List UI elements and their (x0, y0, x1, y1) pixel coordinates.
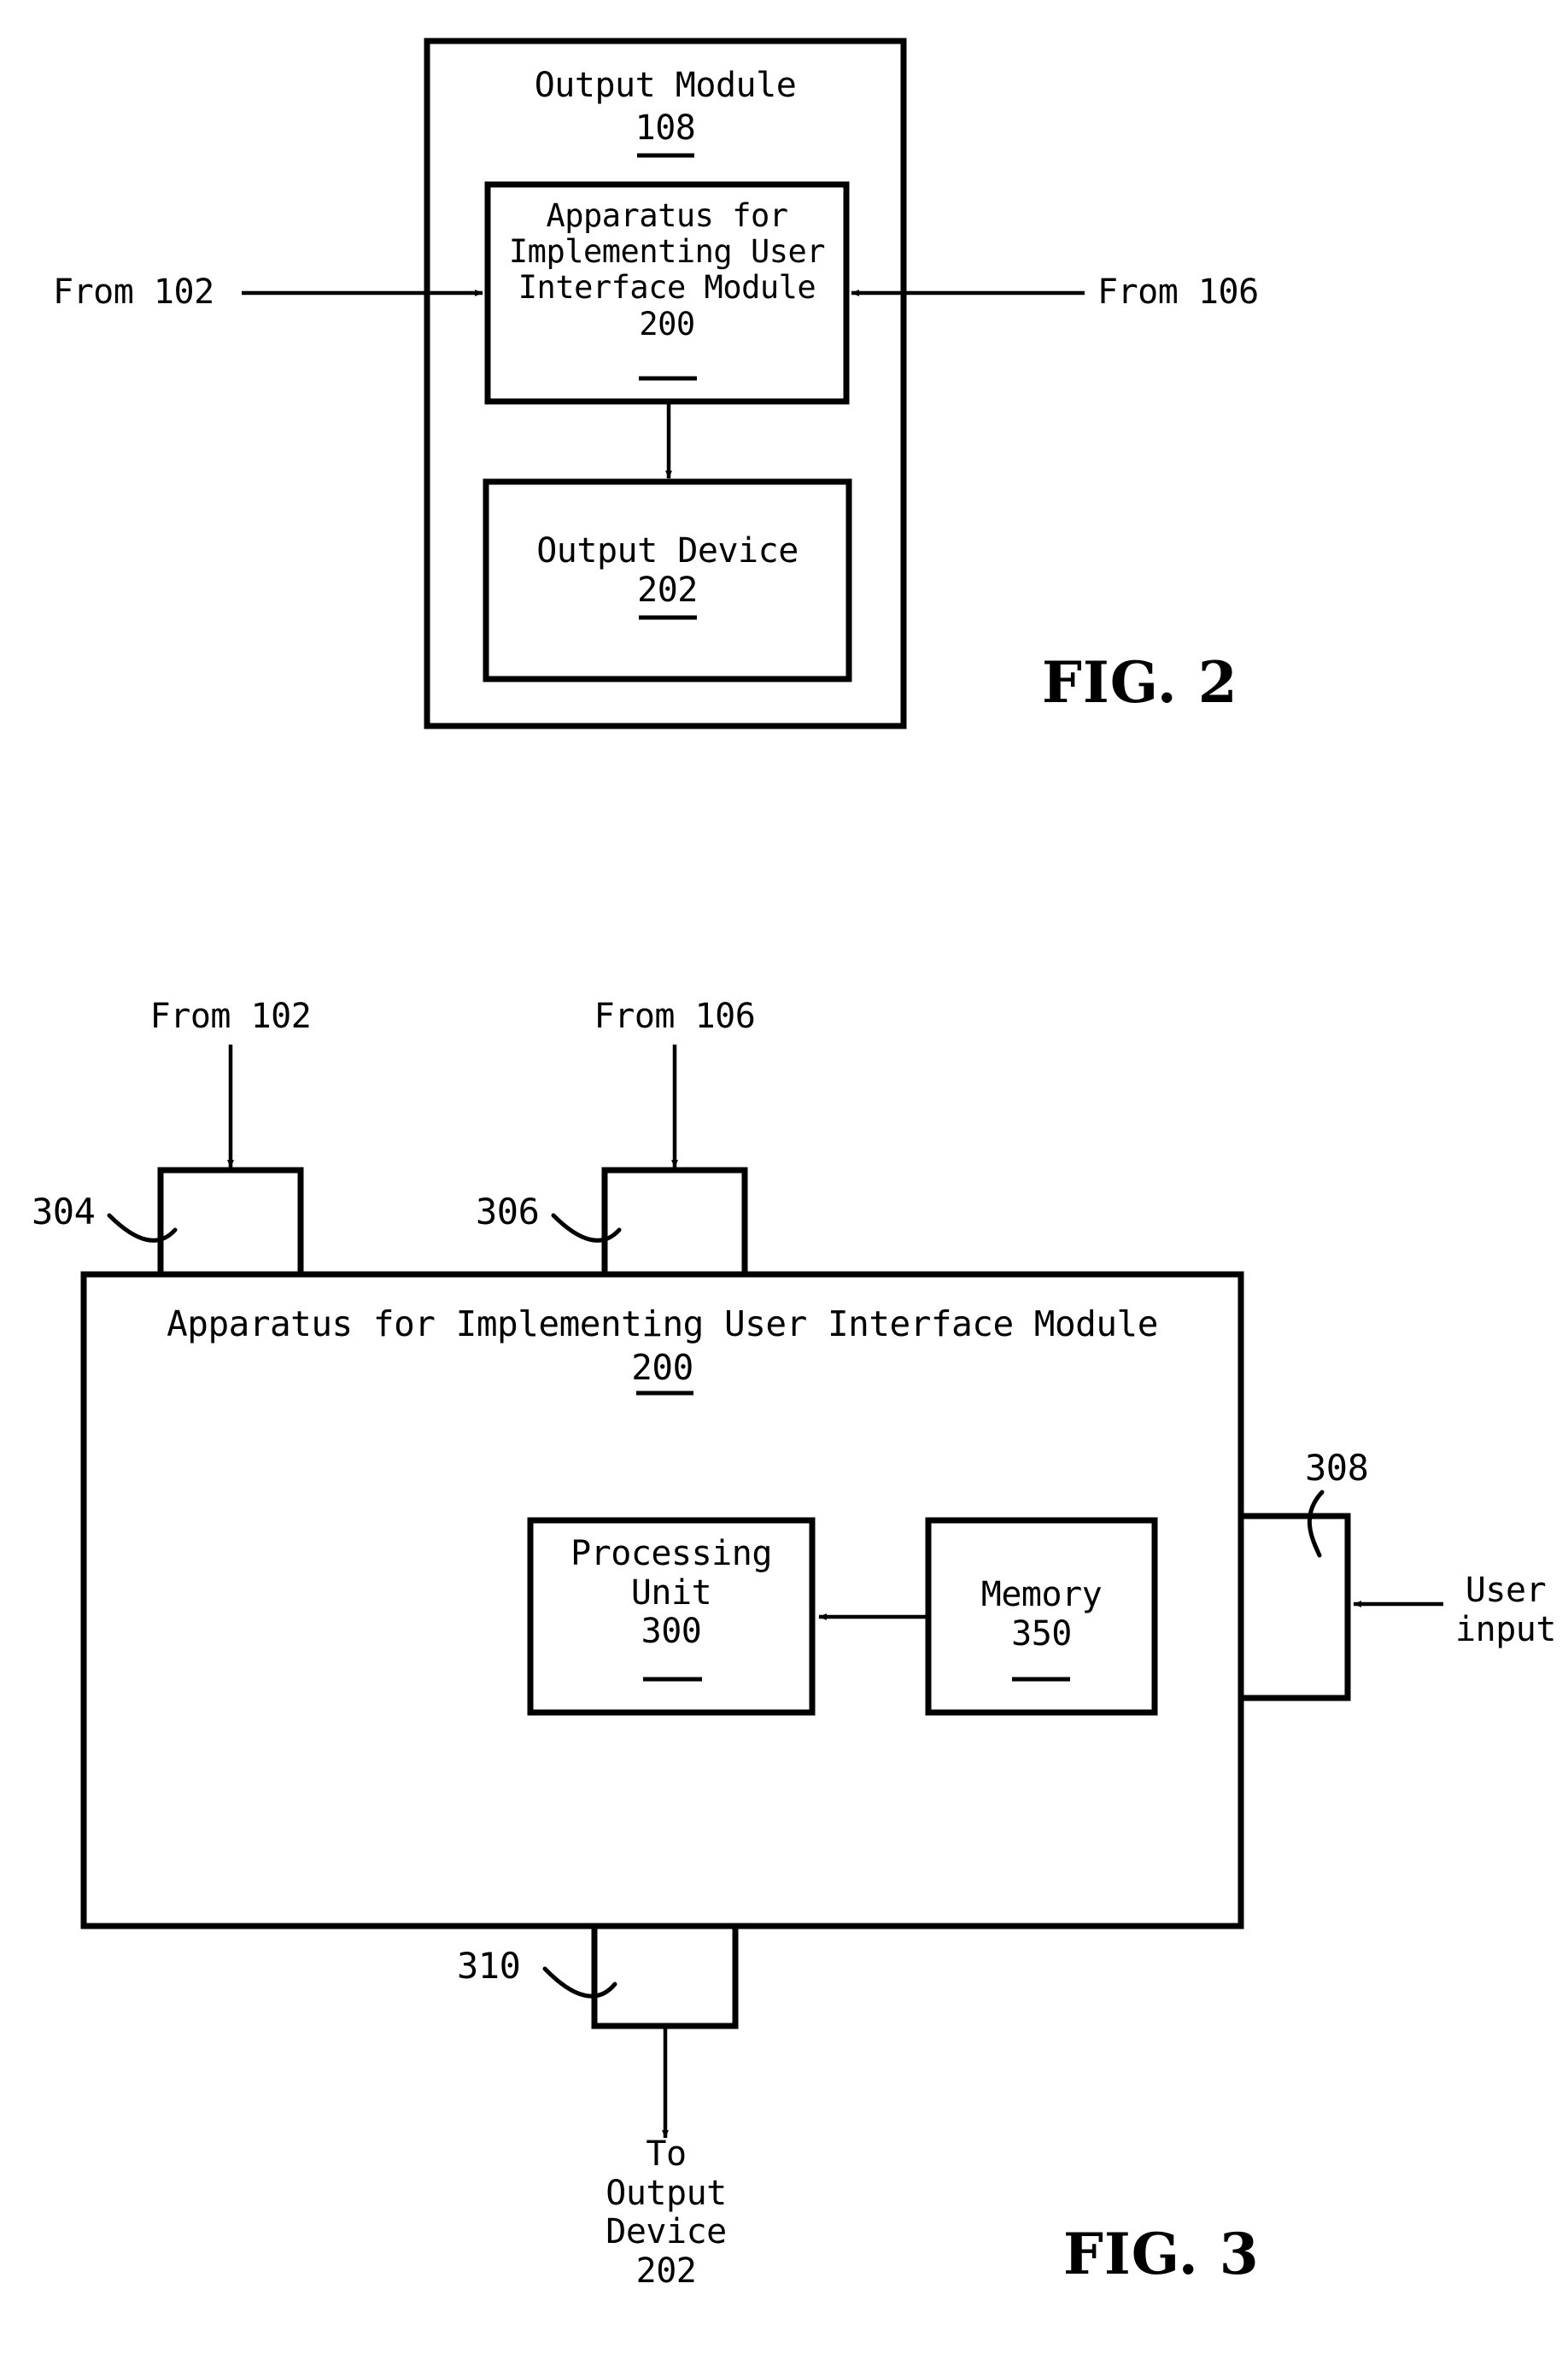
fig3-leader-306 (551, 1213, 622, 1243)
fig3-user-input-label: User input (1452, 1571, 1559, 1649)
fig3-ref-304-label: 304 (32, 1191, 96, 1232)
fig3-port-306-box (601, 1167, 748, 1274)
fig2-from-102-label: From 102 (53, 272, 214, 312)
fig3-from-106-label: From 106 (594, 997, 756, 1036)
fig3-processing-unit-label: Processing Unit 300 (530, 1534, 812, 1652)
fig3-to-output-device-label: To Output Device 202 (564, 2134, 769, 2291)
fig3-leader-310 (542, 1966, 617, 1999)
drawing-vector-layer (80, 38, 1443, 2139)
fig3-port-304-box (157, 1167, 304, 1274)
fig2-output-device-title: Output Device (536, 531, 799, 571)
fig2-caption: FIG. 2 (1042, 649, 1238, 716)
fig3-to-output-line2: Output (606, 2173, 727, 2213)
fig3-port-308-box (1241, 1513, 1351, 1701)
fig3-ref-310-label: 310 (457, 1945, 521, 1987)
fig3-ref-306-label: 306 (476, 1191, 540, 1232)
fig3-caption: FIG. 3 (1063, 2221, 1260, 2287)
fig2-apparatus-label: Apparatus for Implementing User Interfac… (488, 197, 846, 342)
fig3-user-input-line1: User (1465, 1571, 1547, 1610)
fig3-to-output-line3: Device (606, 2212, 727, 2252)
fig2-apparatus-line2: Implementing User (508, 233, 826, 271)
patent-drawing-sheet: Output Module 108 Apparatus for Implemen… (0, 0, 1568, 2377)
fig3-memory-ref: 350 (1011, 1613, 1072, 1654)
fig3-processing-ref: 300 (641, 1612, 702, 1652)
fig2-apparatus-ref: 200 (639, 305, 695, 342)
fig3-user-input-line2: input (1455, 1609, 1556, 1649)
fig3-apparatus-ref: 200 (631, 1347, 693, 1388)
fig3-memory-title: Memory (980, 1575, 1103, 1614)
fig3-apparatus-title: Apparatus for Implementing User Interfac… (167, 1303, 1158, 1344)
fig2-from-106-label: From 106 (1097, 272, 1259, 312)
fig3-memory-label: Memory 350 (928, 1575, 1155, 1654)
fig3-leader-308 (1307, 1490, 1325, 1558)
fig2-output-module-title: Output Module (534, 66, 797, 105)
fig3-to-output-line4: 202 (635, 2251, 697, 2291)
fig2-apparatus-line3: Interface Module (518, 269, 816, 307)
fig3-port-310-box (591, 1926, 739, 2029)
fig2-apparatus-line1: Apparatus for (546, 197, 788, 234)
fig2-output-module-ref: 108 (635, 108, 696, 148)
fig3-leader-304 (107, 1213, 178, 1243)
fig2-output-device-label: Output Device 202 (486, 531, 849, 610)
fig3-processing-line1: Processing (570, 1534, 772, 1573)
fig3-from-102-label: From 102 (149, 997, 312, 1036)
fig2-output-device-ref: 202 (637, 570, 698, 610)
fig3-to-output-line1: To (646, 2134, 687, 2174)
fig3-ref-308-label: 308 (1305, 1447, 1369, 1489)
fig3-processing-line2: Unit (630, 1572, 712, 1613)
